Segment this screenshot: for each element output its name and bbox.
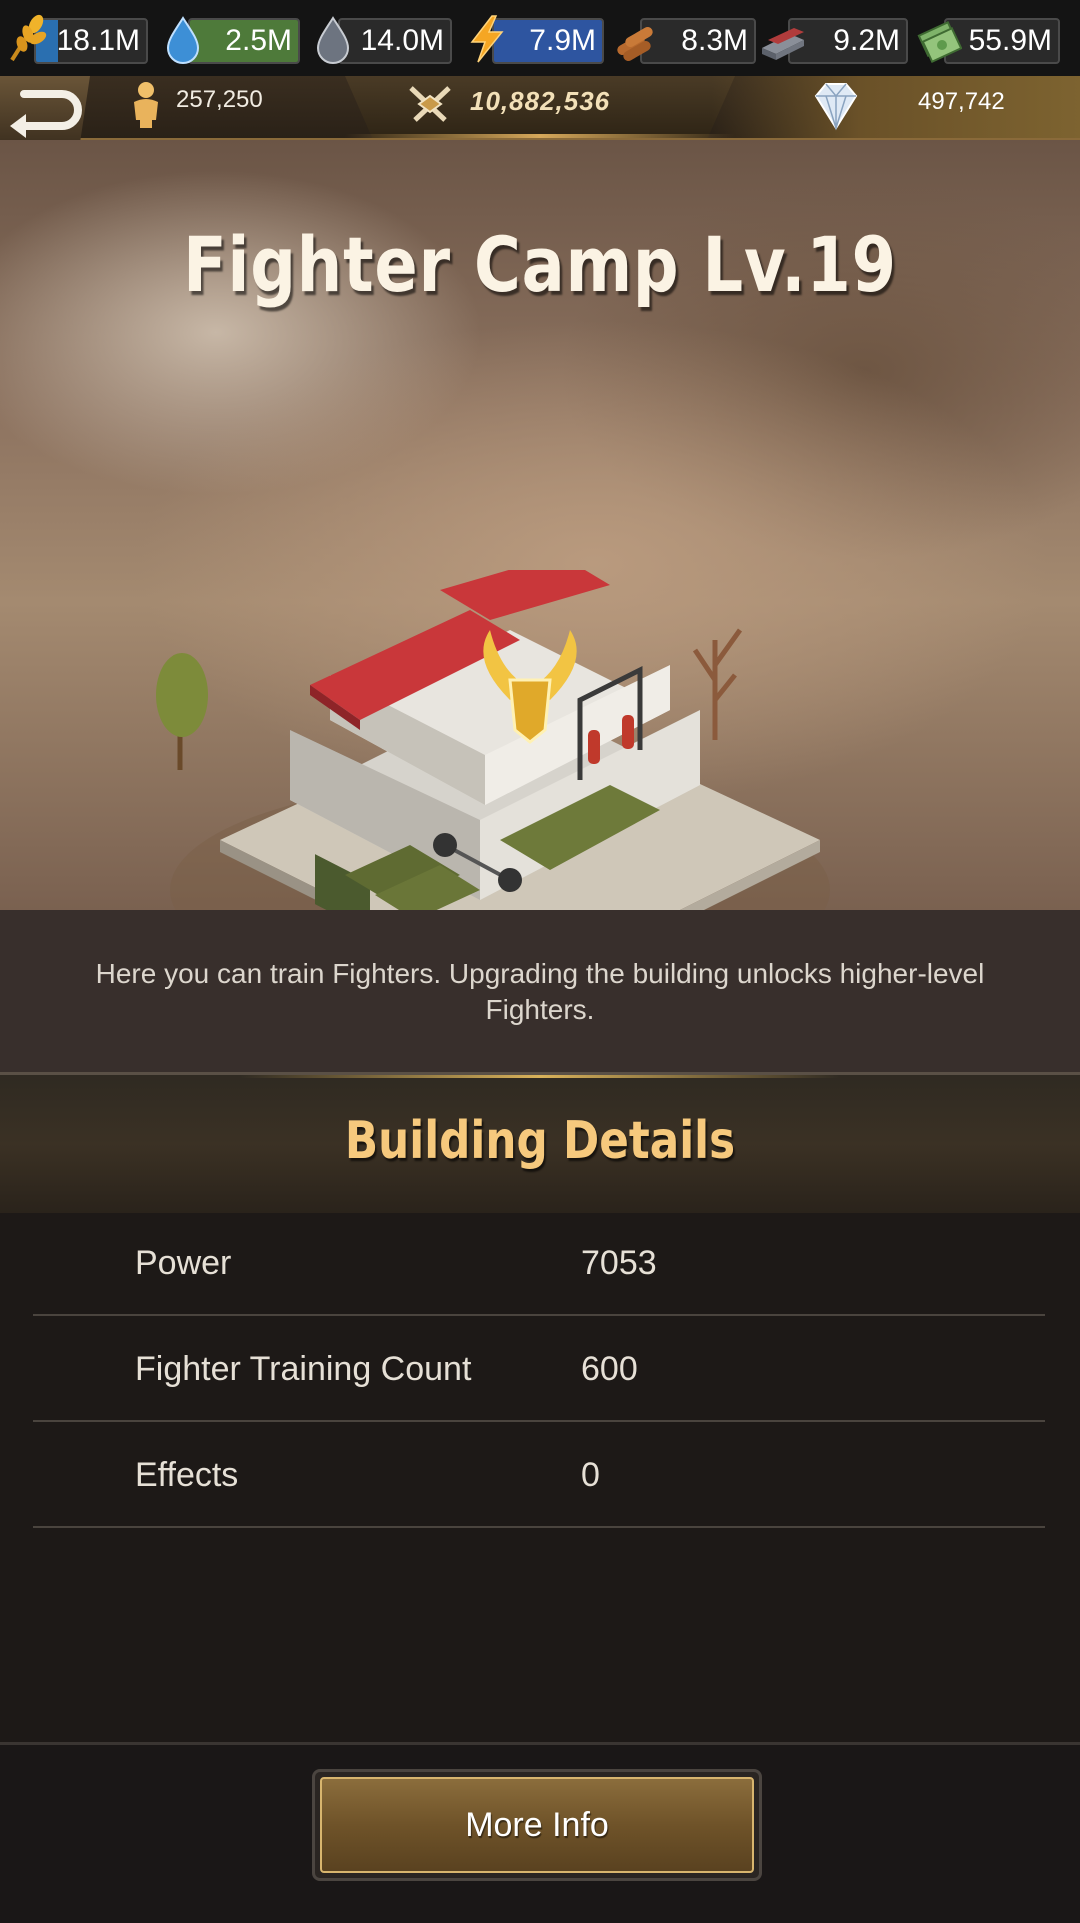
population-value: 257,250 xyxy=(176,86,263,113)
gem-panel[interactable] xyxy=(712,76,1080,138)
building-title: Fighter Camp Lv.19 xyxy=(183,220,897,309)
building-description-panel: Here you can train Fighters. Upgrading t… xyxy=(0,910,1080,1072)
building-description: Here you can train Fighters. Upgrading t… xyxy=(95,958,985,1025)
back-arrow-icon xyxy=(10,90,82,138)
resource-steel[interactable]: 9.2M xyxy=(760,18,908,64)
resource-steel-value: 9.2M xyxy=(833,24,900,57)
oil-drop-icon xyxy=(316,16,350,64)
back-button[interactable] xyxy=(0,76,90,148)
building-details-header: Building Details xyxy=(0,1072,1080,1213)
lightning-icon xyxy=(470,15,504,63)
resource-oil[interactable]: 14.0M xyxy=(310,16,452,64)
detail-value: 600 xyxy=(581,1350,638,1388)
cash-stack-icon xyxy=(917,20,962,64)
power-value: 10,882,536 xyxy=(470,86,611,116)
detail-row-fighter-training-count: Fighter Training Count 600 xyxy=(33,1316,1045,1422)
header-accent-line xyxy=(240,1075,840,1078)
building-details-title: Building Details xyxy=(344,1111,736,1171)
building-details-table: Power 7053 Fighter Training Count 600 Ef… xyxy=(33,1210,1045,1528)
more-info-button[interactable]: More Info xyxy=(312,1769,762,1881)
detail-label: Fighter Training Count xyxy=(135,1350,472,1388)
logs-icon xyxy=(617,27,653,61)
resource-electricity[interactable]: 7.9M xyxy=(464,15,604,64)
resource-cash[interactable]: 55.9M xyxy=(916,18,1060,64)
detail-row-power: Power 7053 xyxy=(33,1210,1045,1316)
fighter-camp-building-image xyxy=(156,570,830,910)
more-info-label: More Info xyxy=(320,1777,754,1873)
detail-label: Effects xyxy=(135,1456,239,1494)
crossed-swords-icon xyxy=(409,86,451,122)
resource-wood[interactable]: 8.3M xyxy=(612,18,756,64)
gems-value: 497,742 xyxy=(918,88,1005,115)
resource-bar: 18.1M 2.5M 14.0M 7.9M 8.3M 9.2M 55.9M xyxy=(0,0,1080,78)
water-drop-icon xyxy=(166,16,200,64)
detail-label: Power xyxy=(135,1244,232,1282)
wheat-icon xyxy=(10,14,47,62)
detail-value: 0 xyxy=(581,1456,600,1494)
diamond-icon xyxy=(814,83,858,131)
resource-food[interactable]: 18.1M xyxy=(6,14,148,64)
steel-bars-icon xyxy=(762,28,804,60)
power-plate-highlight xyxy=(345,134,735,138)
resource-water[interactable]: 2.5M xyxy=(160,16,300,64)
detail-row-effects: Effects 0 xyxy=(33,1422,1045,1528)
population-icon xyxy=(134,82,158,128)
detail-value: 7053 xyxy=(581,1244,657,1282)
